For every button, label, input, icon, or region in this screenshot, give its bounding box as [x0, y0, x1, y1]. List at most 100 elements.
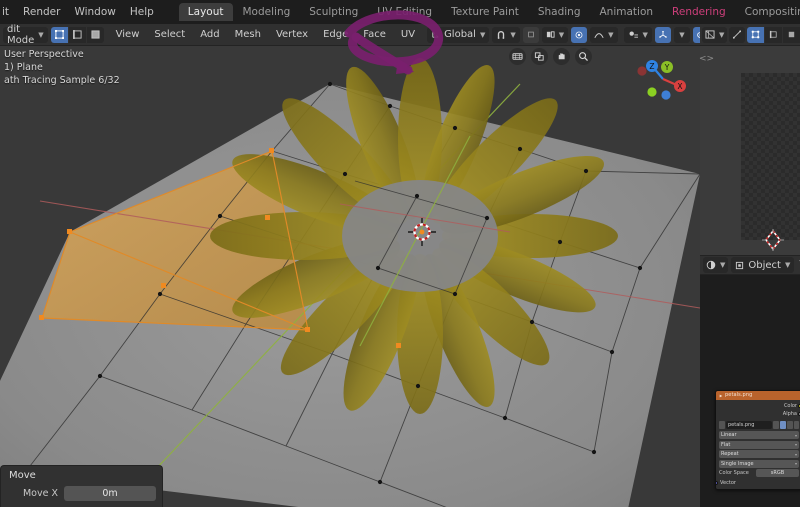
- gizmo-x-negative: [637, 66, 647, 76]
- face-select-button[interactable]: [86, 26, 104, 43]
- menu-view[interactable]: View: [110, 27, 146, 43]
- uv-face-select-button[interactable]: [783, 26, 800, 43]
- tab-texture-paint[interactable]: Texture Paint: [442, 3, 528, 21]
- tab-shading[interactable]: Shading: [529, 3, 590, 21]
- snap-vertex-icon: [527, 31, 534, 38]
- menu-uv[interactable]: UV: [395, 27, 421, 43]
- right-editor-column: ▼ ▼ Object ▼ petals.png Color Alpha peta…: [699, 24, 800, 507]
- tab-uv-editing[interactable]: UV Editing: [368, 3, 441, 21]
- tab-animation[interactable]: Animation: [591, 3, 663, 21]
- uv-image-editor[interactable]: ▼: [699, 24, 800, 255]
- menu-help[interactable]: Help: [123, 4, 161, 21]
- gizmo-toggle-button[interactable]: [654, 26, 671, 43]
- menu-window[interactable]: Window: [67, 4, 122, 21]
- gizmo-x-label: X: [677, 82, 682, 91]
- operator-field-value[interactable]: 0m: [64, 486, 156, 501]
- mode-dropdown[interactable]: dit Mode ▼: [3, 24, 48, 46]
- editor-collapse-handle[interactable]: <>: [699, 52, 714, 66]
- node-header[interactable]: petals.png: [716, 391, 800, 400]
- node-editor-type-dropdown[interactable]: ▼: [703, 257, 729, 273]
- viewport-nav-buttons: [509, 48, 592, 65]
- operator-field-label: Move X: [22, 488, 58, 499]
- node-canvas[interactable]: petals.png Color Alpha petals.png Linear…: [700, 275, 800, 507]
- tab-modeling[interactable]: Modeling: [234, 3, 300, 21]
- extension-value: Repeat: [721, 451, 739, 457]
- menu-vertex[interactable]: Vertex: [270, 27, 314, 43]
- snap-target-button[interactable]: [522, 26, 539, 43]
- source-dropdown[interactable]: Single Image ▾: [719, 459, 799, 468]
- uv-editor-icon: [705, 30, 715, 39]
- uv-edge-select-button[interactable]: [765, 26, 783, 43]
- transform-orientation-dropdown[interactable]: Global ▼: [427, 26, 490, 43]
- gizmo-y-negative: [647, 87, 657, 97]
- chevron-down-icon: ▼: [720, 261, 726, 269]
- proportional-editing-button[interactable]: [571, 26, 588, 43]
- menu-edge[interactable]: Edge: [317, 27, 354, 43]
- tab-layout[interactable]: Layout: [178, 3, 233, 21]
- chevron-down-icon: ▾: [794, 461, 797, 466]
- falloff-dropdown[interactable]: ▼: [590, 26, 618, 43]
- navigation-gizmo[interactable]: Z Y X: [634, 50, 692, 108]
- shader-type-label: Object: [748, 259, 781, 271]
- pivot-icon: [546, 31, 555, 38]
- uv-vertex-select-button[interactable]: [747, 26, 765, 43]
- menu-face[interactable]: Face: [357, 27, 392, 43]
- pack-image-button[interactable]: [787, 421, 793, 429]
- image-texture-node[interactable]: petals.png Color Alpha petals.png Linear…: [715, 390, 800, 490]
- node-input-vector-label: Vector: [720, 479, 736, 486]
- transform-orientation-label: Global: [444, 29, 476, 40]
- workspace-tabs: Layout Modeling Sculpting UV Editing Tex…: [178, 0, 800, 24]
- proportional-circle-icon: [575, 31, 583, 38]
- tab-sculpting[interactable]: Sculpting: [300, 3, 367, 21]
- gizmo-dropdown[interactable]: ▼: [673, 26, 690, 43]
- edge-select-button[interactable]: [68, 26, 86, 43]
- color-space-dropdown[interactable]: sRGB: [756, 469, 799, 477]
- node-collapse-icon[interactable]: [719, 394, 723, 398]
- chevron-down-icon: ▼: [38, 30, 44, 39]
- uv-canvas[interactable]: [700, 46, 800, 255]
- node-input-vector[interactable]: Vector: [716, 479, 799, 486]
- pivot-point-dropdown[interactable]: ▼: [541, 26, 569, 43]
- node-title: petals.png: [725, 392, 753, 398]
- menu-edit[interactable]: it: [0, 4, 16, 21]
- duplicate-image-button[interactable]: [780, 421, 786, 429]
- smooth-falloff-icon: [594, 33, 604, 39]
- editor-type-dropdown[interactable]: ▼: [702, 26, 728, 43]
- image-browse-icon[interactable]: [719, 421, 725, 429]
- visibility-dropdown[interactable]: ▼: [623, 26, 652, 43]
- shader-node-editor[interactable]: ▼ Object ▼ Vie petals.png: [700, 255, 800, 507]
- chevron-down-icon: ▾: [794, 432, 797, 438]
- interpolation-dropdown[interactable]: Linear ▾: [719, 431, 799, 439]
- toggle-perspective-ortho-icon[interactable]: [531, 48, 548, 65]
- image-name-value: petals.png: [728, 422, 755, 428]
- zoom-view-magnifier-icon[interactable]: [575, 48, 592, 65]
- node-output-color[interactable]: Color: [719, 402, 800, 410]
- new-image-button[interactable]: [773, 421, 779, 429]
- color-space-label: Color Space: [719, 470, 749, 476]
- menu-add[interactable]: Add: [194, 27, 225, 43]
- remove-image-button[interactable]: [794, 421, 799, 429]
- snapping-dropdown[interactable]: ▼: [492, 26, 520, 43]
- uv-mode-button[interactable]: [729, 26, 746, 43]
- vertex-select-button[interactable]: [50, 26, 68, 43]
- tab-compositing[interactable]: Compositing: [736, 3, 800, 21]
- node-output-alpha[interactable]: Alpha: [719, 410, 800, 418]
- projection-dropdown[interactable]: Flat ▾: [719, 440, 799, 449]
- socket-vector[interactable]: [716, 480, 718, 485]
- node-output-alpha-label: Alpha: [782, 411, 797, 417]
- color-space-row: Color Space sRGB: [719, 469, 799, 477]
- extension-dropdown[interactable]: Repeat ▾: [719, 450, 799, 458]
- operator-redo-panel[interactable]: Move Move X 0m: [0, 465, 163, 507]
- move-view-hand-icon[interactable]: [553, 48, 570, 65]
- operator-field-row: Move X 0m: [1, 484, 162, 507]
- menu-render[interactable]: Render: [16, 4, 67, 21]
- 3d-viewport[interactable]: User Perspective 1) Plane ath Tracing Sa…: [0, 46, 700, 507]
- shader-type-dropdown[interactable]: Object ▼: [731, 257, 795, 273]
- menu-select[interactable]: Select: [148, 27, 191, 43]
- toggle-camera-view-icon[interactable]: [509, 48, 526, 65]
- menu-mesh[interactable]: Mesh: [229, 27, 267, 43]
- image-name-field[interactable]: petals.png: [726, 421, 772, 429]
- object-types-visibility-icon: [629, 31, 638, 38]
- tab-rendering[interactable]: Rendering: [663, 3, 735, 21]
- chevron-down-icon: ▼: [558, 30, 565, 39]
